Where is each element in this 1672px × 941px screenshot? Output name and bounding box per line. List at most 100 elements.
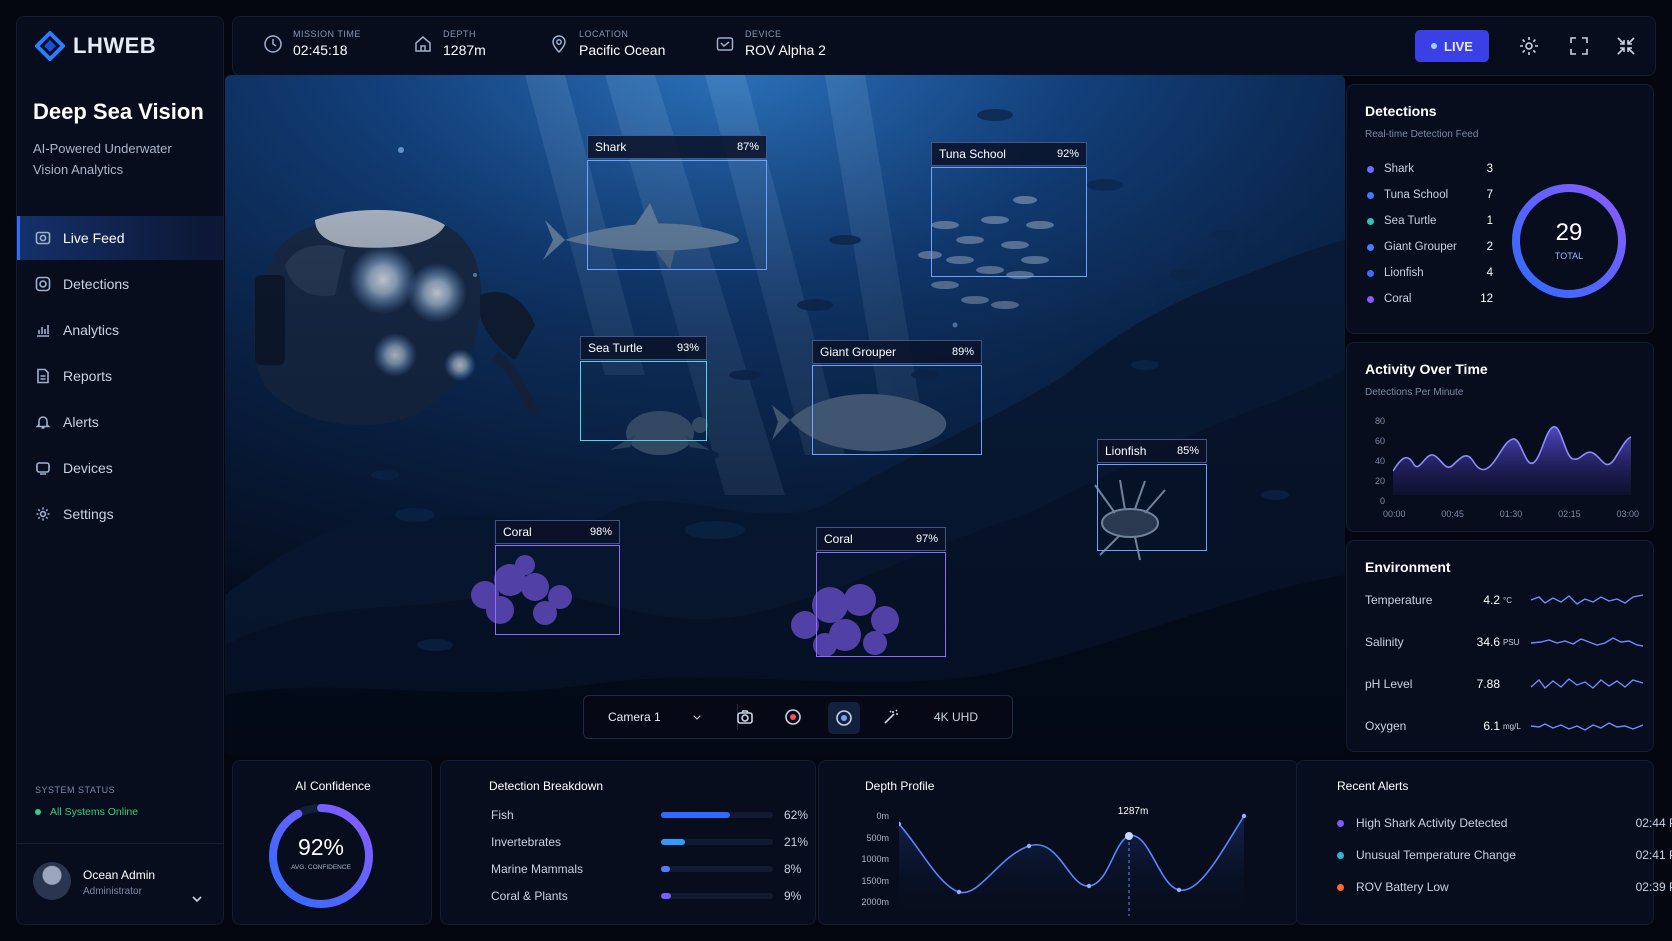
sidebar-item-devices[interactable]: Devices [17,446,223,490]
resolution-label[interactable]: 4K UHD [934,710,978,724]
collapse-button[interactable] [1615,35,1637,57]
breakdown-pct: 9% [784,889,802,903]
snapshot-button[interactable] [736,708,754,729]
env-row-ph: pH Level 7.88 [1365,669,1643,699]
brand-logo[interactable]: LHWEB [35,31,156,61]
document-icon [37,368,49,384]
app-subtitle-line1: AI-Powered Underwater [33,141,172,156]
detection-item[interactable]: Coral 12 [1367,293,1493,305]
sidebar-item-label: Settings [63,506,114,522]
ai-confidence-panel: AI Confidence 92% AVG. CONFIDENCE [232,760,432,925]
avatar[interactable] [33,862,71,900]
device-icon [36,462,50,475]
detection-item[interactable]: Sea Turtle 1 [1367,215,1493,227]
chevron-down-icon[interactable] [191,893,203,905]
camera-select[interactable]: Camera 1 [608,710,703,724]
activity-x-axis: 00:00 00:45 01:30 02:15 03:00 [1383,509,1639,519]
detection-item[interactable]: Giant Grouper 2 [1367,241,1493,253]
device-value: ROV Alpha 2 [745,42,826,58]
confidence-label: AVG. CONFIDENCE [291,864,351,871]
env-value: 4.2 [1483,593,1500,607]
x-tick: 00:00 [1383,509,1406,519]
detection-item-count: 7 [1486,189,1493,201]
sidebar-item-live-feed[interactable]: Live Feed [17,216,223,260]
sidebar-item-detections[interactable]: Detections [17,262,223,306]
breakdown-bar [661,893,773,899]
y-tick: 40 [1374,456,1385,466]
detection-tag: Sea Turtle 93% [580,336,707,360]
detection-tag: Shark 87% [587,135,767,159]
activity-subtitle: Detections Per Minute [1365,387,1464,398]
environment-panel: Environment Temperature 4.2 °C Salinity … [1346,540,1654,752]
confidence-title: AI Confidence [295,779,371,793]
legend-dot-icon [1367,243,1374,251]
detection-item[interactable]: Shark 3 [1367,163,1493,175]
y-tick: 0 [1379,496,1385,506]
detection-item-count: 4 [1486,267,1493,279]
collapse-icon [1617,37,1635,55]
y-tick: 0m [876,811,889,821]
detection-confidence: 98% [589,526,612,538]
detection-box-sea-turtle[interactable]: Sea Turtle 93% [580,336,707,441]
app-title: Deep Sea Vision [33,99,204,124]
detection-item-label: Shark [1384,163,1415,175]
detection-item-label: Coral [1384,293,1412,305]
alert-time: 02:39 PM [1635,880,1672,894]
env-label: Salinity [1365,635,1404,649]
depth-marker-label: 1287m [1117,806,1149,817]
x-tick: 00:45 [1441,509,1464,519]
settings-button[interactable] [1518,35,1540,57]
alert-label: ROV Battery Low [1356,880,1449,894]
sidebar-item-alerts[interactable]: Alerts [17,400,223,444]
detection-box-coral-2[interactable]: Coral 97% [816,527,946,657]
sidebar-item-label: Devices [63,460,113,476]
sidebar-item-settings[interactable]: Settings [17,492,223,536]
enhance-button[interactable] [882,708,900,729]
live-feed-view[interactable]: Shark 87% Tuna School 92% Sea Turtle 93% Gi… [225,75,1345,755]
detection-confidence: 87% [736,141,759,153]
detection-box-tuna-school[interactable]: Tuna School 92% [931,142,1087,277]
env-value: 7.88 [1476,677,1500,691]
y-tick: 20 [1374,476,1385,486]
detection-label: Sea Turtle [588,341,643,355]
detection-item[interactable]: Lionfish 4 [1367,267,1493,279]
detect-toggle-button[interactable] [828,702,860,734]
fullscreen-button[interactable] [1568,35,1590,57]
sidebar-item-label: Alerts [63,414,99,430]
alert-item[interactable]: ROV Battery Low 02:39 PM [1337,877,1672,897]
detection-breakdown-panel: Detection Breakdown Fish 62% Invertebrate… [440,760,816,925]
depth-y-axis: 0m 500m 1000m 1500m 2000m [839,806,889,914]
detection-item[interactable]: Tuna School 7 [1367,189,1493,201]
app-subtitle-line2: Vision Analytics [33,162,124,177]
detection-item-count: 1 [1486,215,1493,227]
mission-time-label: MISSION TIME [293,29,361,39]
detection-confidence: 85% [1176,445,1199,457]
alert-item[interactable]: High Shark Activity Detected 02:44 PM [1337,813,1672,833]
sidebar-item-reports[interactable]: Reports [17,354,223,398]
alert-dot-icon [1337,883,1344,891]
detection-box-giant-grouper[interactable]: Giant Grouper 89% [812,340,982,455]
detection-label: Tuna School [939,147,1006,161]
live-button[interactable]: LIVE [1415,30,1489,62]
legend-dot-icon [1367,295,1374,303]
chevron-down-icon [692,715,701,720]
detection-box-shark[interactable]: Shark 87% [587,135,767,270]
record-button[interactable] [784,708,802,729]
alert-label: High Shark Activity Detected [1356,816,1508,830]
y-tick: 2000m [861,897,889,907]
breakdown-row: Coral & Plants 9% [491,886,801,906]
device-icon [716,36,734,51]
detection-box-coral-1[interactable]: Coral 98% [495,520,620,635]
alert-item[interactable]: Unusual Temperature Change 02:41 PM [1337,845,1672,865]
depth-value: 1287m [443,42,486,58]
detection-tag: Coral 97% [816,527,946,551]
y-tick: 60 [1374,436,1385,446]
y-tick: 80 [1374,416,1385,426]
depth-profile-title: Depth Profile [865,779,935,793]
detection-label: Coral [824,532,853,546]
breakdown-label: Coral & Plants [491,889,568,903]
alerts-title: Recent Alerts [1337,779,1409,793]
detection-box-lionfish[interactable]: Lionfish 85% [1097,439,1207,551]
sidebar-item-analytics[interactable]: Analytics [17,308,223,352]
detection-tag: Giant Grouper 89% [812,340,982,364]
